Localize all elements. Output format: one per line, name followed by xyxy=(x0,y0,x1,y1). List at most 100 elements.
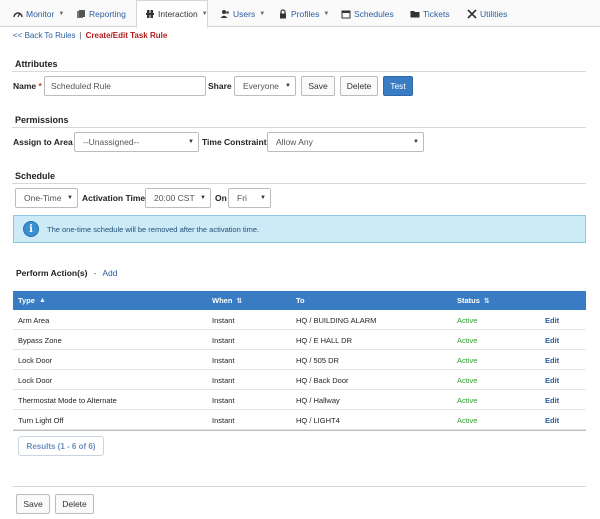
edit-link[interactable]: Edit xyxy=(545,310,559,330)
cell-when: Instant xyxy=(212,415,235,425)
info-banner: i The one-time schedule will be removed … xyxy=(13,215,586,243)
table-row: Lock Door Instant HQ / Back Door Active Edit xyxy=(13,370,586,390)
chevron-down-icon: ▼ xyxy=(285,83,291,89)
breadcrumb-current: Create/Edit Task Rule xyxy=(85,31,168,40)
schedule-type-value: One-Time xyxy=(24,193,62,203)
schedule-divider xyxy=(12,183,586,184)
schedule-type-select[interactable]: One-Time ▼ xyxy=(15,188,78,208)
cell-to: HQ / E HALL DR xyxy=(296,335,352,345)
info-text: The one-time schedule will be removed af… xyxy=(47,224,260,234)
table-bottom-border xyxy=(13,430,586,431)
on-label: On xyxy=(215,193,227,203)
nav-tickets[interactable]: Tickets xyxy=(410,0,450,27)
delete-button[interactable]: Delete xyxy=(55,494,94,514)
back-to-rules-link[interactable]: << Back To Rules xyxy=(13,31,76,40)
day-select[interactable]: Fri ▼ xyxy=(228,188,271,208)
assign-area-label: Assign to Area xyxy=(13,137,73,147)
nav-tickets-label: Tickets xyxy=(423,8,450,19)
cell-to: HQ / 505 DR xyxy=(296,355,339,365)
activation-time-label: Activation Time xyxy=(82,193,146,203)
table-row: Lock Door Instant HQ / 505 DR Active Edit xyxy=(13,350,586,370)
nav-users-label: Users xyxy=(233,8,256,19)
nav-utilities-label: Utilities xyxy=(480,8,508,19)
attributes-title: Attributes xyxy=(15,59,58,69)
time-constraint-select[interactable]: Allow Any ▼ xyxy=(267,132,424,152)
users-icon xyxy=(220,9,230,19)
actions-table: Type ▲ When ⇅ To Status ⇅ Arm Area Instan… xyxy=(13,291,586,431)
add-action-link[interactable]: Add xyxy=(102,268,117,278)
name-label: Name * xyxy=(13,81,42,91)
report-icon xyxy=(76,9,86,19)
chevron-down-icon: ▼ xyxy=(58,10,65,17)
lock-icon xyxy=(278,8,288,19)
share-select[interactable]: Everyone ▼ xyxy=(234,76,296,96)
day-value: Fri xyxy=(237,193,247,203)
name-input[interactable] xyxy=(44,76,206,96)
breadcrumb-separator: | xyxy=(79,31,82,40)
permissions-divider xyxy=(12,127,586,128)
cell-type: Thermostat Mode to Alternate xyxy=(18,395,117,405)
sort-icon: ⇅ xyxy=(483,297,490,305)
nav-utilities[interactable]: Utilities xyxy=(467,0,507,27)
assign-area-select[interactable]: --Unassigned-- ▼ xyxy=(74,132,199,152)
table-header: Type ▲ When ⇅ To Status ⇅ xyxy=(13,291,586,310)
interaction-icon xyxy=(145,9,155,19)
delete-button-top[interactable]: Delete xyxy=(340,76,378,96)
nav-reporting[interactable]: Reporting xyxy=(76,0,126,27)
cell-type: Turn Light Off xyxy=(18,415,64,425)
cell-to: HQ / Back Door xyxy=(296,375,349,385)
activation-time-select[interactable]: 20:00 CST ▼ xyxy=(145,188,211,208)
col-type[interactable]: Type ▲ xyxy=(18,291,46,310)
nav-schedules[interactable]: Schedules xyxy=(341,0,394,27)
cell-status: Active xyxy=(457,395,478,405)
nav-schedules-label: Schedules xyxy=(354,8,394,19)
cell-status: Active xyxy=(457,415,478,425)
cell-status: Active xyxy=(457,355,478,365)
nav-monitor-label: Monitor xyxy=(26,8,55,19)
cell-to: HQ / LIGHT4 xyxy=(296,415,340,425)
table-row: Thermostat Mode to Alternate Instant HQ / … xyxy=(13,390,586,410)
col-to[interactable]: To xyxy=(296,291,305,310)
test-button[interactable]: Test xyxy=(383,76,413,96)
nav-monitor[interactable]: Monitor ▼ xyxy=(13,0,64,27)
nav-reporting-label: Reporting xyxy=(89,8,126,19)
activation-time-value: 20:00 CST xyxy=(154,193,195,203)
time-constraint-label: Time Constraint xyxy=(202,137,267,147)
permissions-title: Permissions xyxy=(15,115,69,125)
col-status[interactable]: Status ⇅ xyxy=(457,291,490,310)
chevron-down-icon: ▼ xyxy=(323,10,330,17)
table-row: Turn Light Off Instant HQ / LIGHT4 Active Ed… xyxy=(13,410,586,430)
calendar-icon xyxy=(341,9,351,19)
edit-link[interactable]: Edit xyxy=(545,350,559,370)
edit-link[interactable]: Edit xyxy=(545,410,559,430)
info-icon: i xyxy=(23,221,39,237)
cell-to: HQ / BUILDING ALARM xyxy=(296,315,377,325)
breadcrumb: << Back To Rules | Create/Edit Task Rule xyxy=(13,31,167,40)
nav-profiles[interactable]: Profiles ▼ xyxy=(278,0,329,27)
edit-link[interactable]: Edit xyxy=(545,390,559,410)
save-button-top[interactable]: Save xyxy=(301,76,335,96)
sort-asc-icon: ▲ xyxy=(38,297,46,304)
nav-interaction[interactable]: Interaction ▼ xyxy=(136,0,208,28)
schedule-title: Schedule xyxy=(15,171,56,181)
dashboard-icon xyxy=(13,9,23,19)
table-body: Arm Area Instant HQ / BUILDING ALARM Active… xyxy=(13,310,586,430)
edit-link[interactable]: Edit xyxy=(545,370,559,390)
nav-interaction-label: Interaction xyxy=(158,9,198,19)
actions-header: Perform Action(s) - Add xyxy=(16,268,117,278)
cell-type: Bypass Zone xyxy=(18,335,62,345)
nav-profiles-label: Profiles xyxy=(291,8,320,19)
nav-users[interactable]: Users ▼ xyxy=(220,0,265,27)
edit-link[interactable]: Edit xyxy=(545,330,559,350)
sort-icon: ⇅ xyxy=(236,297,243,305)
cell-to: HQ / Hallway xyxy=(296,395,340,405)
chevron-down-icon: ▼ xyxy=(67,195,73,201)
cell-when: Instant xyxy=(212,315,235,325)
chevron-down-icon: ▼ xyxy=(413,139,419,145)
tools-icon xyxy=(467,8,477,19)
top-nav: Monitor ▼ Reporting Interaction ▼ Users … xyxy=(0,0,600,28)
required-marker: * xyxy=(38,81,42,91)
col-when[interactable]: When ⇅ xyxy=(212,291,242,310)
chevron-down-icon: ▼ xyxy=(201,11,208,17)
save-button[interactable]: Save xyxy=(16,494,50,514)
